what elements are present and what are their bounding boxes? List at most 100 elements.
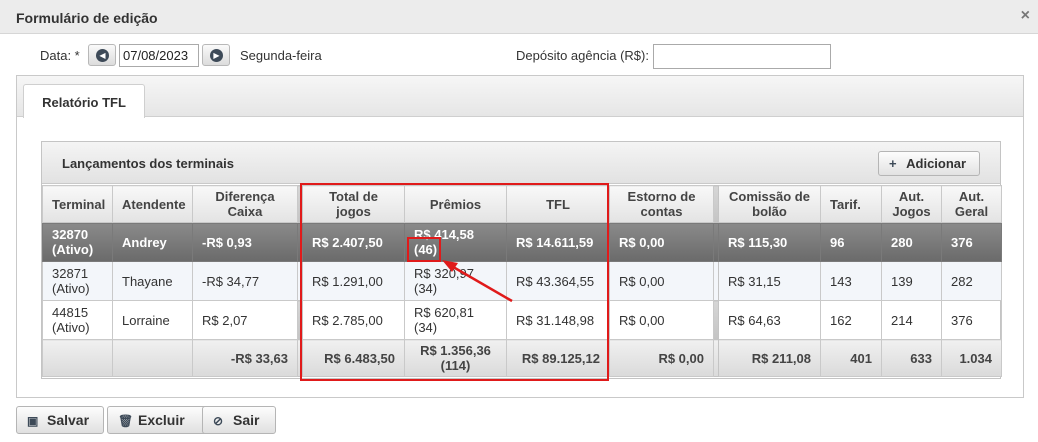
totals-row: -R$ 33,63 R$ 6.483,50 R$ 1.356,36 (114) R…: [42, 339, 1002, 377]
delete-button-label: Excluir: [138, 412, 185, 428]
col-header-tfl[interactable]: TFL: [506, 185, 610, 223]
col-header-estorno[interactable]: Estorno de contas: [609, 185, 714, 223]
chevron-right-icon: ▶: [210, 49, 223, 62]
cell-aut-geral: 282: [941, 261, 1002, 301]
cell-estorno: R$ 0,00: [609, 222, 714, 262]
premios-quantidade: (46): [414, 242, 438, 257]
add-button[interactable]: + Adicionar: [878, 151, 980, 176]
cell-diferenca: -R$ 34,77: [192, 261, 298, 301]
cell-tfl: R$ 14.611,59: [506, 222, 610, 262]
exit-button[interactable]: ⊘ Sair: [202, 406, 276, 434]
chevron-left-icon: ◀: [96, 49, 109, 62]
cell-premios: R$ 414,58 (46): [404, 222, 507, 262]
cell-terminal: 44815 (Ativo): [42, 300, 113, 340]
total-comissao: R$ 211,08: [718, 339, 821, 377]
cell-total: R$ 2.407,50: [302, 222, 405, 262]
col-header-aut-jogos[interactable]: Aut. Jogos: [881, 185, 942, 223]
cell-premios: R$ 620,81 (34): [404, 300, 507, 340]
table-header-row: Terminal Atendente Diferença Caixa Total…: [42, 185, 1002, 223]
tab-relatorio-tfl[interactable]: Relatório TFL: [23, 84, 145, 118]
deposit-label: Depósito agência (R$):: [516, 48, 649, 63]
tab-container: Relatório TFL Lançamentos dos terminais …: [16, 75, 1024, 398]
cell-empty: [42, 339, 113, 377]
cell-terminal: 32871 (Ativo): [42, 261, 113, 301]
cell-tfl: R$ 43.364,55: [506, 261, 610, 301]
table-row[interactable]: 32870 (Ativo) Andrey -R$ 0,93 R$ 2.407,5…: [42, 222, 1002, 262]
cell-aut-jogos: 280: [881, 222, 942, 262]
date-row: Data: * ◀ ▶ Segunda-feira Depósito agênc…: [0, 42, 1038, 69]
cell-diferenca: R$ 2,07: [192, 300, 298, 340]
previous-day-button[interactable]: ◀: [88, 44, 116, 66]
cell-aut-geral: 376: [941, 300, 1002, 340]
cell-tarif: 143: [820, 261, 882, 301]
cell-tfl: R$ 31.148,98: [506, 300, 610, 340]
cell-terminal: 32870 (Ativo): [42, 222, 113, 262]
cell-atendente: Andrey: [112, 222, 193, 262]
trash-icon: 🗑: [118, 414, 134, 428]
save-button-label: Salvar: [47, 412, 90, 428]
premios-valor: R$ 414,58: [414, 227, 474, 242]
save-button[interactable]: ▣ Salvar: [16, 406, 104, 434]
total-premios-valor: R$ 1.356,36: [420, 343, 491, 358]
total-jogos: R$ 6.483,50: [302, 339, 405, 377]
terminals-table: Terminal Atendente Diferença Caixa Total…: [42, 185, 1002, 377]
terminals-panel: Lançamentos dos terminais + Adicionar Te…: [41, 141, 1002, 379]
cell-empty: [112, 339, 193, 377]
cell-atendente: Lorraine: [112, 300, 193, 340]
cell-total: R$ 1.291,00: [302, 261, 405, 301]
panel-header: Lançamentos dos terminais + Adicionar: [42, 142, 1000, 184]
panel-title: Lançamentos dos terminais: [62, 156, 234, 171]
table-row[interactable]: 32871 (Ativo) Thayane -R$ 34,77 R$ 1.291…: [42, 261, 1002, 301]
add-button-label: Adicionar: [906, 156, 967, 171]
deposit-input[interactable]: [653, 44, 831, 69]
cell-comissao: R$ 115,30: [718, 222, 821, 262]
cell-comissao: R$ 31,15: [718, 261, 821, 301]
total-premios-quantidade: (114): [440, 358, 471, 373]
col-header-atendente[interactable]: Atendente: [112, 185, 193, 223]
col-header-terminal[interactable]: Terminal: [42, 185, 113, 223]
exit-button-label: Sair: [233, 412, 260, 428]
cell-tarif: 162: [820, 300, 882, 340]
cell-premios: R$ 320,97 (34): [404, 261, 507, 301]
cell-estorno: R$ 0,00: [609, 261, 714, 301]
col-header-comissao[interactable]: Comissão de bolão: [718, 185, 821, 223]
total-aut-jogos: 633: [881, 339, 942, 377]
delete-button[interactable]: 🗑 Excluir: [107, 406, 216, 434]
date-input[interactable]: [119, 44, 199, 67]
cell-diferenca: -R$ 0,93: [192, 222, 298, 262]
col-header-premios[interactable]: Prêmios: [404, 185, 507, 223]
col-header-diferenca[interactable]: Diferença Caixa: [192, 185, 298, 223]
premios-quantidade: (34): [414, 320, 438, 335]
ban-icon: ⊘: [213, 414, 224, 428]
table-row[interactable]: 44815 (Ativo) Lorraine R$ 2,07 R$ 2.785,…: [42, 300, 1002, 340]
cell-aut-jogos: 214: [881, 300, 942, 340]
total-estorno: R$ 0,00: [609, 339, 714, 377]
premios-valor: R$ 620,81: [414, 305, 474, 320]
cell-aut-jogos: 139: [881, 261, 942, 301]
cell-atendente: Thayane: [112, 261, 193, 301]
cell-estorno: R$ 0,00: [609, 300, 714, 340]
close-icon[interactable]: ×: [1021, 7, 1030, 25]
next-day-button[interactable]: ▶: [202, 44, 230, 66]
premios-quantidade: (34): [414, 281, 438, 296]
col-header-total[interactable]: Total de jogos: [302, 185, 405, 223]
dialog-title: Formulário de edição: [16, 10, 158, 26]
premios-valor: R$ 320,97: [414, 266, 474, 281]
cell-total: R$ 2.785,00: [302, 300, 405, 340]
floppy-disk-icon: ▣: [27, 414, 39, 428]
weekday-text: Segunda-feira: [240, 48, 322, 63]
cell-aut-geral: 376: [941, 222, 1002, 262]
total-tfl: R$ 89.125,12: [506, 339, 610, 377]
tab-bar: Relatório TFL: [17, 76, 1023, 118]
total-tarif: 401: [820, 339, 882, 377]
col-header-aut-geral[interactable]: Aut. Geral: [941, 185, 1002, 223]
col-header-tarif[interactable]: Tarif.: [820, 185, 882, 223]
dialog-titlebar: Formulário de edição ×: [0, 0, 1038, 34]
cell-comissao: R$ 64,63: [718, 300, 821, 340]
total-premios: R$ 1.356,36 (114): [404, 339, 507, 377]
cell-tarif: 96: [820, 222, 882, 262]
total-aut-geral: 1.034: [941, 339, 1002, 377]
total-diferenca: -R$ 33,63: [192, 339, 298, 377]
date-label: Data: *: [40, 48, 80, 63]
plus-icon: +: [889, 156, 897, 171]
